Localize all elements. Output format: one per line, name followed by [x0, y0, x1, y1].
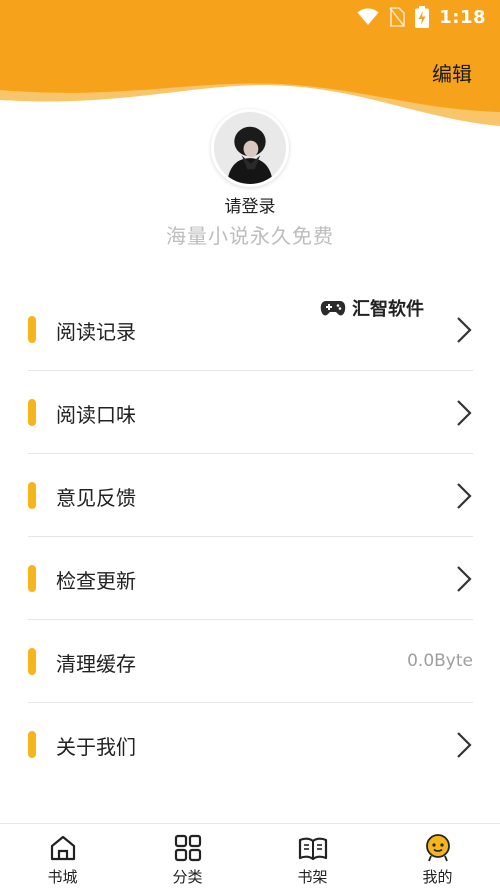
menu-item-about-us[interactable]: 关于我们	[28, 703, 473, 786]
grid-icon	[174, 834, 201, 862]
no-sim-icon	[389, 7, 406, 27]
watermark: 汇智软件	[320, 295, 424, 321]
gamepad-icon	[320, 301, 346, 316]
tab-bookstore[interactable]: 书城	[0, 824, 125, 895]
chevron-right-icon	[457, 566, 472, 592]
chevron-right-icon	[457, 317, 472, 343]
edit-button[interactable]: 编辑	[432, 58, 472, 87]
home-icon	[50, 835, 75, 861]
slogan-text: 海量小说永久免费	[166, 224, 334, 248]
open-book-icon	[298, 837, 327, 861]
settings-menu: 阅读记录 阅读口味 意见反馈 检查更新 清理缓存 0.0Byte 关于我们	[28, 288, 473, 786]
accent-bar	[28, 399, 36, 426]
accent-bar	[28, 731, 36, 758]
menu-item-feedback[interactable]: 意见反馈	[28, 454, 473, 537]
tab-label: 书城	[47, 868, 78, 886]
tab-label: 书架	[297, 868, 328, 886]
login-link[interactable]: 请登录	[0, 192, 500, 217]
menu-item-label: 检查更新	[56, 569, 136, 593]
menu-item-clear-cache[interactable]: 清理缓存 0.0Byte	[28, 620, 473, 703]
menu-item-label: 关于我们	[56, 735, 136, 759]
user-mascot-icon	[425, 834, 450, 862]
accent-bar	[28, 648, 36, 675]
tab-label: 我的	[422, 868, 453, 886]
chevron-right-icon	[457, 483, 472, 509]
wifi-icon	[357, 8, 379, 25]
accent-bar	[28, 316, 36, 343]
tab-label: 分类	[172, 868, 203, 886]
tab-category[interactable]: 分类	[125, 824, 250, 895]
accent-bar	[28, 565, 36, 592]
cache-size-value: 0.0Byte	[407, 651, 473, 671]
avatar[interactable]	[211, 109, 289, 187]
watermark-text: 汇智软件	[352, 299, 424, 320]
menu-item-check-update[interactable]: 检查更新	[28, 537, 473, 620]
avatar-image	[214, 112, 286, 184]
menu-item-label: 阅读记录	[56, 320, 136, 344]
tab-mine[interactable]: 我的	[375, 824, 500, 895]
menu-item-reading-taste[interactable]: 阅读口味	[28, 371, 473, 454]
menu-item-label: 意见反馈	[56, 486, 136, 510]
status-time: 1:18	[439, 6, 486, 28]
menu-item-label: 阅读口味	[56, 403, 136, 427]
chevron-right-icon	[457, 732, 472, 758]
tab-bookshelf[interactable]: 书架	[250, 824, 375, 895]
battery-charging-icon	[415, 6, 430, 28]
accent-bar	[28, 482, 36, 509]
menu-item-label: 清理缓存	[56, 652, 136, 676]
status-bar: 1:18	[0, 0, 500, 36]
chevron-right-icon	[457, 400, 472, 426]
bottom-tab-bar: 书城 分类 书架 我的	[0, 823, 500, 895]
